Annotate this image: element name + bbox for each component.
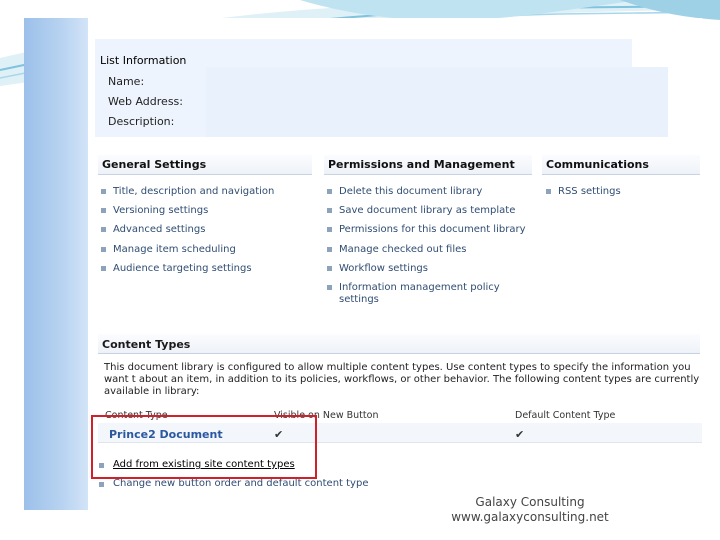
bullet-icon <box>327 227 332 232</box>
bullet-icon <box>327 285 332 290</box>
bullet-icon <box>101 189 106 194</box>
slide-footer: Galaxy Consulting www.galaxyconsulting.n… <box>440 495 620 525</box>
highlight-box <box>91 415 317 479</box>
slide-side-bar <box>24 18 88 510</box>
content-types-heading: Content Types <box>98 334 700 354</box>
list-information-heading: List Information <box>100 54 187 67</box>
sharepoint-library-settings: List Information Name: Web Address: Desc… <box>88 18 702 510</box>
permissions-management-heading: Permissions and Management <box>324 155 532 175</box>
bullet-icon <box>99 482 104 487</box>
list-information-values <box>206 67 668 137</box>
bullet-icon <box>327 189 332 194</box>
web-address-label: Web Address: <box>108 95 183 108</box>
content-types-description: This document library is configured to a… <box>104 362 700 397</box>
default-checkmark-icon: ✔ <box>515 428 525 441</box>
bullet-icon <box>327 208 332 213</box>
bullet-icon <box>327 247 332 252</box>
bullet-icon <box>546 189 551 194</box>
bullet-icon <box>101 247 106 252</box>
bullet-icon <box>101 227 106 232</box>
general-settings-heading: General Settings <box>98 155 312 175</box>
communications-heading: Communications <box>542 155 700 175</box>
description-label: Description: <box>108 115 175 128</box>
footer-company: Galaxy Consulting <box>475 495 585 509</box>
bullet-icon <box>327 266 332 271</box>
footer-website: www.galaxyconsulting.net <box>451 510 609 524</box>
column-header-default-content-type: Default Content Type <box>515 410 616 421</box>
name-label: Name: <box>108 75 145 88</box>
bullet-icon <box>101 208 106 213</box>
bullet-icon <box>101 266 106 271</box>
